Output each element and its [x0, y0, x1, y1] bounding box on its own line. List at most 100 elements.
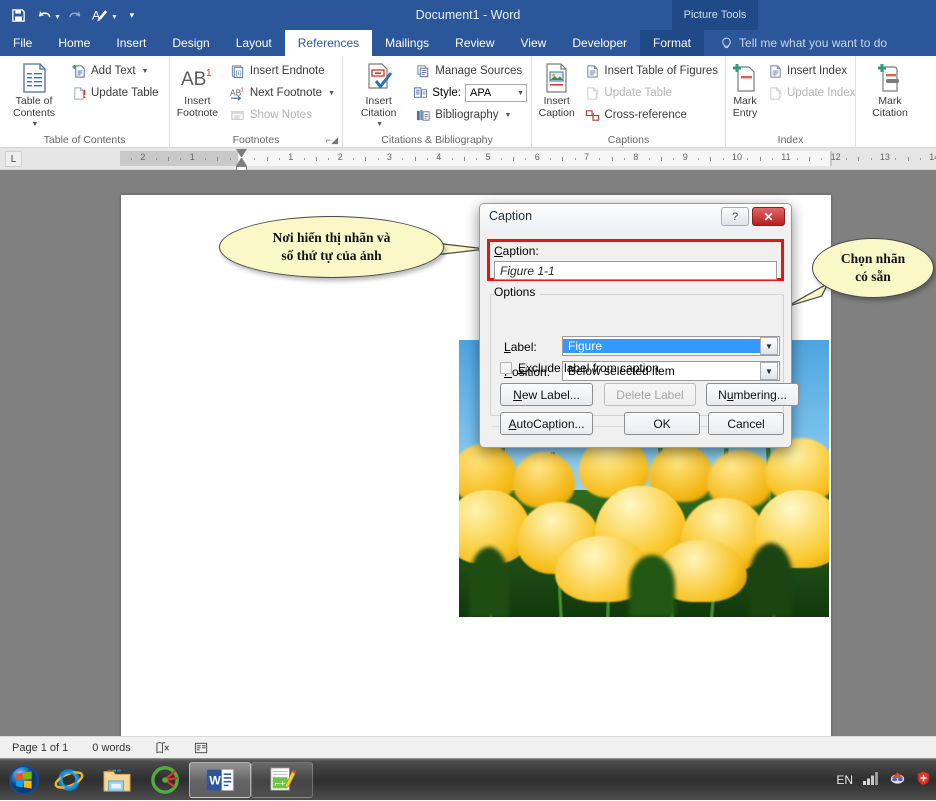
- mark-citation-button[interactable]: Mark Citation: [860, 59, 920, 119]
- tab-stop-selector[interactable]: L: [5, 151, 22, 167]
- caption-dialog[interactable]: Caption ? ✕ Caption: Figure 1-1 Options …: [479, 203, 799, 448]
- status-page[interactable]: Page 1 of 1: [0, 742, 80, 754]
- customize-qat-icon[interactable]: ▾: [120, 3, 144, 27]
- tab-review[interactable]: Review: [442, 30, 507, 56]
- table-of-contents-button[interactable]: Table of Contents ▼: [4, 59, 64, 131]
- update-table-button[interactable]: Update Table: [68, 83, 162, 103]
- insert-citation-button[interactable]: Insert Citation ▼: [347, 59, 410, 131]
- autocaption-button[interactable]: AutoCaption...: [500, 412, 593, 435]
- numbering-button[interactable]: Numbering...: [706, 383, 799, 406]
- undo-icon[interactable]: [32, 3, 56, 27]
- chevron-down-icon[interactable]: ▼: [505, 112, 512, 119]
- insert-footnote-button[interactable]: AB 1 Insert Footnote: [174, 59, 221, 119]
- tab-developer[interactable]: Developer: [559, 30, 640, 56]
- antivirus-icon[interactable]: [915, 770, 932, 791]
- chevron-down-icon[interactable]: ▼: [32, 119, 39, 131]
- ruler-tick: [895, 158, 897, 160]
- chevron-down-icon[interactable]: ▼: [760, 362, 778, 380]
- redo-icon[interactable]: [63, 3, 87, 27]
- tab-layout[interactable]: Layout: [223, 30, 285, 56]
- insert-table-of-figures-button[interactable]: Insert Table of Figures: [581, 61, 721, 81]
- svg-text:1: 1: [206, 68, 212, 79]
- tab-insert[interactable]: Insert: [103, 30, 159, 56]
- network-icon[interactable]: [862, 770, 880, 791]
- cross-reference-button[interactable]: Cross-reference: [581, 105, 721, 125]
- exclude-label-checkbox[interactable]: [500, 362, 512, 374]
- first-line-indent-marker[interactable]: [236, 149, 247, 157]
- help-icon[interactable]: ?: [721, 207, 749, 226]
- mark-citation-label: Mark Citation: [872, 95, 908, 119]
- proofing-errors-icon[interactable]: [143, 741, 182, 755]
- tab-mailings[interactable]: Mailings: [372, 30, 442, 56]
- callout-line-2: có sẵn: [855, 269, 891, 284]
- unikey-tray-icon[interactable]: [889, 770, 906, 791]
- new-label-button[interactable]: New Label...: [500, 383, 593, 406]
- ruler-tick: [131, 158, 133, 160]
- ruler-tick-label: 6: [534, 152, 540, 162]
- ruler-tick: [574, 158, 576, 160]
- unikey-icon[interactable]: [141, 761, 189, 799]
- ruler-tick: [845, 158, 847, 160]
- close-icon[interactable]: ✕: [752, 207, 785, 226]
- insert-table-of-figures-icon: [584, 63, 600, 79]
- insert-index-icon: [767, 63, 783, 79]
- accessibility-icon[interactable]: [182, 741, 221, 755]
- ruler-tick: [426, 158, 428, 160]
- next-footnote-button[interactable]: AB 1 Next Footnote ▼: [227, 83, 338, 103]
- citation-style-label: Style:: [432, 87, 461, 99]
- citation-style-combo[interactable]: APA ▼: [465, 84, 527, 102]
- ribbon-group-title: Index: [777, 134, 804, 146]
- ruler-tick-label: 2: [140, 152, 146, 162]
- next-footnote-icon: AB 1: [230, 85, 246, 101]
- tab-file[interactable]: File: [0, 30, 45, 56]
- dialog-title-bar[interactable]: Caption ? ✕: [480, 204, 791, 230]
- footnotes-dialog-launcher[interactable]: ⌐◢: [326, 135, 338, 146]
- tab-view[interactable]: View: [508, 30, 560, 56]
- tab-references[interactable]: References: [284, 30, 373, 56]
- status-words[interactable]: 0 words: [80, 742, 143, 754]
- mark-entry-button[interactable]: Mark Entry: [730, 59, 760, 119]
- insert-caption-button[interactable]: Insert Caption: [536, 59, 577, 119]
- insert-endnote-button[interactable]: [i] Insert Endnote: [227, 61, 338, 81]
- ribbon-tabs: File Home Insert Design Layout Reference…: [0, 30, 936, 56]
- ruler-tick-label: 8: [633, 152, 639, 162]
- label-combo[interactable]: Figure ▼: [562, 336, 780, 356]
- chevron-down-icon[interactable]: ▼: [517, 90, 524, 97]
- undo-dropdown-icon[interactable]: ▼: [54, 14, 61, 21]
- ruler-tick: [771, 158, 773, 160]
- chevron-down-icon[interactable]: ▼: [328, 90, 335, 97]
- format-painter-dropdown-icon[interactable]: ▼: [111, 14, 118, 21]
- status-bar: Page 1 of 1 0 words: [0, 736, 936, 758]
- save-icon[interactable]: [6, 3, 30, 27]
- internet-explorer-icon[interactable]: [45, 761, 93, 799]
- hanging-indent-marker[interactable]: [236, 158, 247, 166]
- tab-design[interactable]: Design: [159, 30, 222, 56]
- chevron-down-icon[interactable]: ▼: [376, 119, 383, 131]
- chevron-down-icon[interactable]: ▼: [142, 68, 149, 75]
- ok-button[interactable]: OK: [624, 412, 700, 435]
- word-icon[interactable]: W: [189, 761, 251, 798]
- ruler-tick: [550, 158, 552, 160]
- format-painter-icon[interactable]: A: [89, 3, 113, 27]
- caption-input[interactable]: Figure 1-1: [494, 261, 777, 280]
- show-notes-icon: [230, 107, 246, 123]
- bibliography-button[interactable]: Bibliography ▼: [412, 105, 527, 125]
- tab-home[interactable]: Home: [45, 30, 103, 56]
- tell-me-box[interactable]: Tell me what you want to do: [704, 30, 887, 56]
- manage-sources-button[interactable]: Manage Sources: [412, 61, 527, 81]
- add-text-button[interactable]: Add Text ▼: [68, 61, 162, 81]
- insert-index-button[interactable]: Insert Index: [764, 61, 858, 81]
- tab-format[interactable]: Format: [640, 30, 705, 56]
- ruler-tick-label: 5: [485, 152, 491, 162]
- chevron-down-icon[interactable]: ▼: [760, 337, 778, 355]
- cancel-button[interactable]: Cancel: [708, 412, 784, 435]
- ruler-tick-label: 13: [879, 152, 890, 162]
- insert-citation-icon: [363, 61, 395, 95]
- notepad-plus-plus-icon[interactable]: ⌐++: [251, 761, 313, 798]
- file-explorer-icon[interactable]: [93, 761, 141, 799]
- language-indicator[interactable]: EN: [836, 773, 853, 787]
- horizontal-ruler[interactable]: L 211234567891011121314: [0, 148, 936, 174]
- start-orb-icon[interactable]: [3, 761, 45, 799]
- callout-line-1: Chọn nhãn: [840, 251, 906, 266]
- exclude-label-checkbox-row[interactable]: Exclude label from caption: [500, 361, 659, 375]
